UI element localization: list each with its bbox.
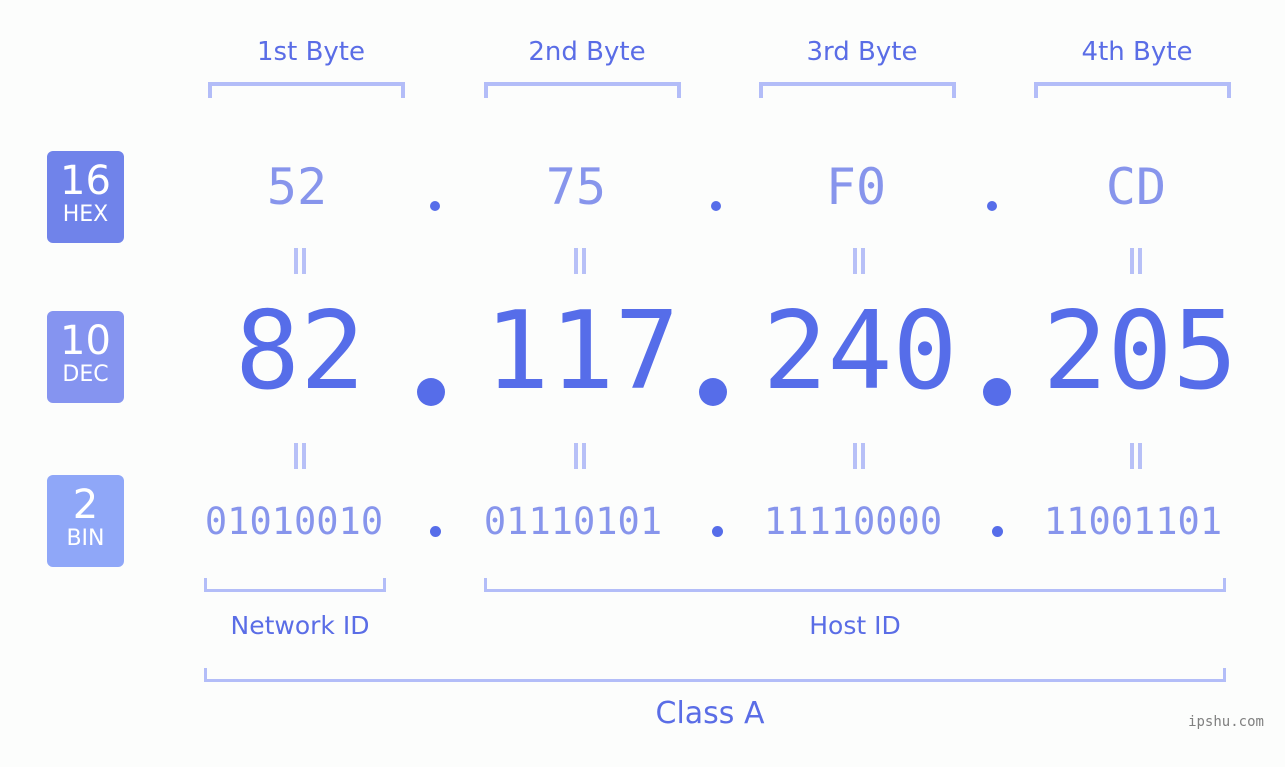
byte-bracket-2 — [484, 82, 681, 98]
equals-marker — [1128, 248, 1142, 274]
dec-base-number: 10 — [60, 318, 111, 364]
dec-separator-dot — [417, 378, 445, 406]
bin-separator-dot — [992, 526, 1003, 537]
host-id-label: Host ID — [809, 611, 901, 640]
bin-byte-4: 11001101 — [1043, 500, 1223, 543]
hex-separator-dot — [430, 201, 440, 211]
equals-marker — [292, 443, 306, 469]
dec-separator-dot — [983, 378, 1011, 406]
byte-header-1: 1st Byte — [257, 37, 365, 67]
equals-marker — [1128, 443, 1142, 469]
equals-marker — [292, 248, 306, 274]
equals-marker — [572, 248, 586, 274]
dec-byte-1: 82 — [234, 289, 366, 414]
hex-base-label: HEX — [62, 202, 109, 227]
bin-separator-dot — [712, 526, 723, 537]
byte-header-2: 2nd Byte — [528, 37, 646, 67]
bin-separator-dot — [430, 526, 441, 537]
class-label: Class A — [655, 696, 765, 731]
hex-byte-3: F0 — [825, 158, 887, 216]
hex-byte-1: 52 — [266, 158, 328, 216]
byte-bracket-4 — [1034, 82, 1231, 98]
dec-base-label: DEC — [62, 362, 109, 387]
hex-byte-4: CD — [1105, 158, 1167, 216]
dec-byte-4: 205 — [1042, 289, 1238, 414]
byte-bracket-3 — [759, 82, 956, 98]
equals-marker — [851, 443, 865, 469]
byte-header-4: 4th Byte — [1081, 37, 1193, 67]
byte-bracket-1 — [208, 82, 405, 98]
hex-byte-2: 75 — [545, 158, 607, 216]
hex-separator-dot — [987, 201, 997, 211]
hex-base-number: 16 — [60, 158, 111, 204]
network-id-label: Network ID — [230, 611, 370, 640]
class-bracket — [204, 668, 1226, 682]
bin-byte-1: 01010010 — [204, 500, 384, 543]
dec-separator-dot — [699, 378, 727, 406]
bin-base-label: BIN — [66, 526, 105, 551]
equals-marker — [851, 248, 865, 274]
equals-marker — [572, 443, 586, 469]
dec-badge: 10 DEC — [47, 311, 124, 403]
bin-byte-2: 01110101 — [483, 500, 663, 543]
host-id-bracket — [484, 578, 1226, 592]
watermark: ipshu.com — [1188, 714, 1264, 730]
hex-separator-dot — [711, 201, 721, 211]
dec-byte-3: 240 — [762, 289, 958, 414]
dec-byte-2: 117 — [484, 289, 680, 414]
hex-badge: 16 HEX — [47, 151, 124, 243]
network-id-bracket — [204, 578, 386, 592]
bin-base-number: 2 — [72, 482, 99, 528]
bin-byte-3: 11110000 — [763, 500, 943, 543]
byte-header-3: 3rd Byte — [806, 37, 918, 67]
bin-badge: 2 BIN — [47, 475, 124, 567]
